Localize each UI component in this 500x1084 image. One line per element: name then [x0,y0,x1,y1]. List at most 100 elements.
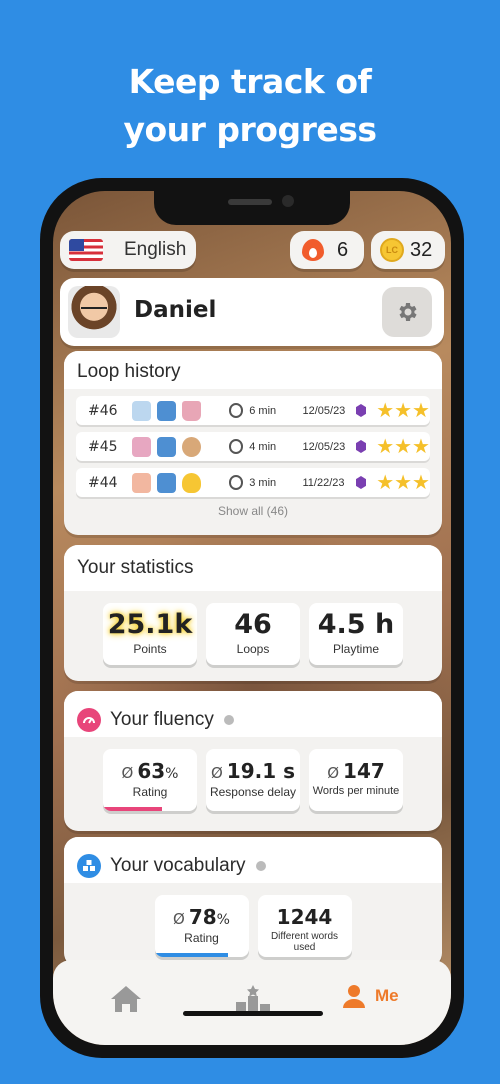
language-label: English [124,239,187,260]
level-badge-icon [355,404,367,417]
headline: Keep track of your progress [0,58,500,154]
city-icon [156,400,176,421]
app-screen: English 6 LC 32 Daniel Loop history #46 [53,191,451,1045]
loop-date: 12/05/23 [302,404,346,417]
playtime-value: 4.5 h [317,609,395,640]
loop-number: #44 [88,474,118,491]
average-symbol: Ø [121,764,134,782]
headline-line-2: your progress [123,110,377,149]
fluency-rating-value: Ø 63% [103,759,197,783]
clock-icon [228,403,244,418]
speedometer-icon [77,708,101,732]
clock-icon [228,475,244,490]
fluency-rating-tile: Ø 63% Rating [103,749,197,811]
phone-frame: English 6 LC 32 Daniel Loop history #46 [40,178,464,1058]
language-selector[interactable]: English [60,231,196,269]
streak-counter[interactable]: 6 [290,231,364,269]
vocabulary-title: Your vocabulary [110,855,246,876]
speaker [228,199,272,205]
average-symbol: Ø [327,764,340,782]
response-delay-value: Ø 19.1 s [206,759,300,783]
person-icon [343,985,365,1008]
fluency-title: Your fluency [110,709,214,730]
playtime-label: Playtime [332,642,379,656]
gear-icon [399,303,417,321]
profile-name: Daniel [134,297,217,323]
level-badge-icon [355,440,367,453]
city-icon [156,472,176,493]
waving-hand-icon [181,472,201,493]
statistics-title: Your statistics [64,545,442,591]
vocabulary-card: Your vocabulary Ø 78% Rating 1244 Differe… [64,837,442,967]
tab-leaderboard[interactable] [235,984,271,1014]
loop-duration: 6 min [249,404,277,417]
fluency-rating-bar [103,807,163,811]
star-rating: ★★★ [376,436,430,458]
loop-date: 11/22/23 [302,476,345,489]
loop-row[interactable]: #44 3 min 11/22/23 ★★★ [76,468,430,497]
loops-label: Loops [236,642,270,656]
points-label: Points [133,642,167,656]
level-badge-icon [355,476,367,489]
tab-home[interactable] [109,984,143,1014]
words-per-minute-tile: Ø 147 Words per minute [309,749,403,811]
response-delay-label: Response delay [209,785,297,799]
settings-button[interactable] [382,287,432,337]
avatar [68,286,120,338]
different-words-label: Different words used [270,931,339,953]
loop-number: #45 [88,438,118,455]
fluency-header: Your fluency [64,691,442,737]
character-avatar-icon [131,436,151,457]
points-tile: 25.1k Points [103,603,197,665]
letter-blocks-icon [77,854,101,878]
flame-icon [302,239,324,261]
character-avatar-icon [131,472,151,493]
headline-line-1: Keep track of [128,62,372,101]
percent-sign: % [216,912,230,928]
star-rating: ★★★ [376,472,430,494]
camera [282,195,294,207]
dog-icon [181,436,201,457]
vocabulary-rating-tile: Ø 78% Rating [154,895,249,957]
shopping-bag-icon [181,400,201,421]
loop-row[interactable]: #46 6 min 12/05/23 ★★★ [76,396,430,425]
tab-bar: Me [53,960,451,1045]
words-per-minute-value: Ø 147 [309,759,403,783]
star-rating: ★★★ [376,400,430,422]
home-icon [111,986,141,1012]
info-icon[interactable] [255,861,266,871]
fluency-card: Your fluency Ø 63% Rating Ø 19.1 s Respons… [64,691,442,831]
city-icon [156,436,176,457]
loop-number: #46 [88,402,118,419]
loop-date: 12/05/23 [302,440,346,453]
show-all-link[interactable]: Show all (46) [64,504,442,518]
loop-history-title: Loop history [64,351,442,389]
response-delay-tile: Ø 19.1 s Response delay [206,749,300,811]
points-value: 25.1k [107,609,193,640]
coin-counter[interactable]: LC 32 [371,231,445,269]
clock-icon [228,439,244,454]
vocabulary-rating-label: Rating [184,931,219,945]
loop-row[interactable]: #45 4 min 12/05/23 ★★★ [76,432,430,461]
tab-me[interactable]: Me [343,984,399,1008]
coin-value: 32 [410,238,433,261]
different-words-value: 1244 [276,905,333,929]
info-icon[interactable] [223,715,234,725]
loops-value: 46 [234,609,272,640]
fluency-rating-number: 63 [137,759,166,783]
notch [154,191,350,225]
vocabulary-header: Your vocabulary [64,837,442,883]
loops-tile: 46 Loops [206,603,300,665]
profile-card: Daniel [60,278,444,346]
words-per-minute-label: Words per minute [312,785,400,797]
podium-icon [236,985,270,1012]
coin-icon: LC [380,238,404,262]
words-per-minute-number: 147 [343,759,385,783]
character-avatar-icon [131,400,151,421]
statistics-card: Your statistics 25.1k Points 46 Loops 4.… [64,545,442,681]
average-symbol: Ø [210,764,223,782]
streak-value: 6 [337,238,349,261]
tab-me-label: Me [375,986,399,1005]
response-delay-number: 19.1 s [226,759,296,783]
loop-history-card: Loop history #46 6 min 12/05/23 ★★★ #45 [64,351,442,535]
